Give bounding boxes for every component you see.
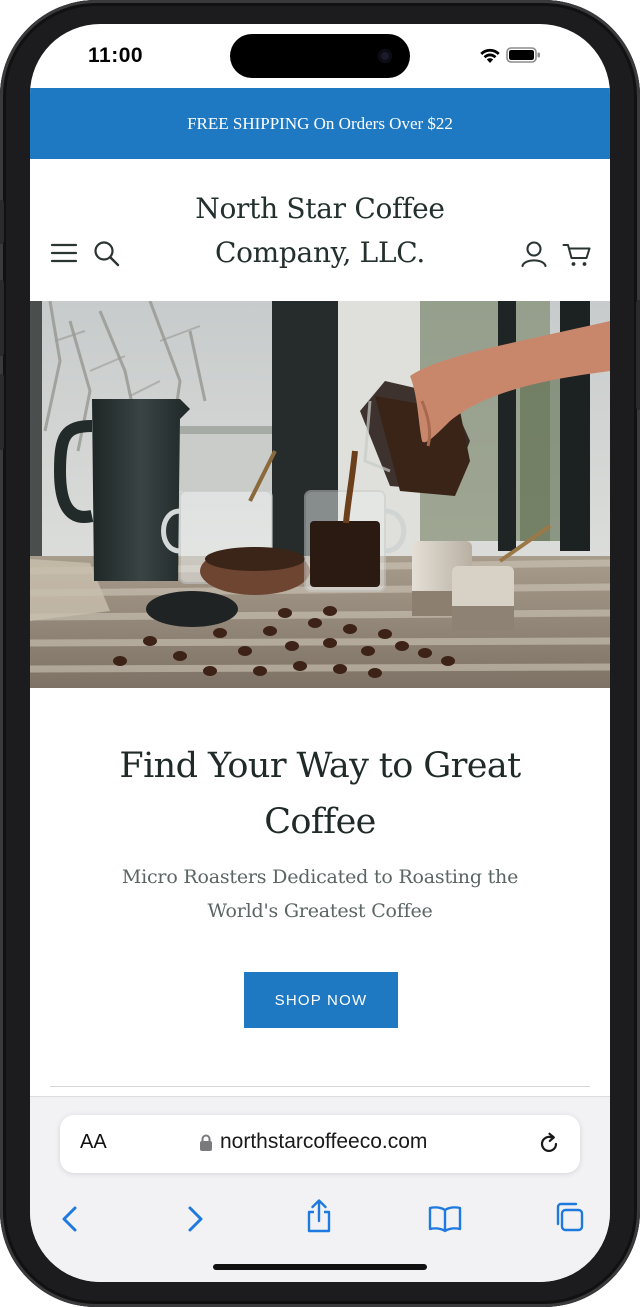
logo-line-2: Company, LLC. [215,236,425,269]
volume-up-button [0,280,4,356]
status-bar: 11:00 [30,24,610,88]
hero-headline: Find Your Way to Great Coffee [70,738,570,850]
url-text: northstarcoffeeco.com [220,1130,428,1153]
back-icon[interactable] [60,1205,80,1233]
home-indicator [213,1264,427,1270]
reload-icon[interactable] [537,1132,561,1156]
menu-icon[interactable] [50,242,78,264]
site-logo[interactable]: North Star Coffee Company, LLC. [170,187,470,275]
volume-down-button [0,374,4,450]
section-divider [50,1086,590,1087]
hero-subheading-line-2: World's Greatest Coffee [207,900,433,922]
tabs-icon[interactable] [553,1201,585,1233]
lock-icon [200,1134,212,1151]
cart-icon[interactable] [562,241,592,269]
hero-image [30,301,610,688]
dynamic-island [230,34,410,78]
search-icon[interactable] [92,239,122,269]
hero-subheading: Micro Roasters Dedicated to Roasting the… [80,860,560,928]
promo-banner[interactable]: FREE SHIPPING On Orders Over $22 [30,88,610,159]
front-camera [378,49,392,63]
hero-headline-line-2: Coffee [264,802,376,842]
bookmarks-icon[interactable] [428,1205,462,1233]
wifi-icon [480,48,500,63]
safari-toolbar: AA northstarcoffeeco.com [30,1096,610,1282]
address-bar[interactable]: AA northstarcoffeeco.com [60,1115,580,1173]
account-icon[interactable] [519,239,549,269]
site-header: North Star Coffee Company, LLC. [30,159,610,301]
promo-banner-text: FREE SHIPPING On Orders Over $22 [187,113,453,133]
phone-frame: 11:00 FREE SHIPPING On Orders Over $22 N… [0,0,640,1307]
logo-line-1: North Star Coffee [195,192,445,225]
hero-subheading-line-1: Micro Roasters Dedicated to Roasting the [121,866,519,888]
hero-content: Find Your Way to Great Coffee Micro Roas… [30,688,610,1088]
hero-headline-line-1: Find Your Way to Great [119,746,521,786]
power-button [636,300,640,410]
text-size-button[interactable]: AA [80,1131,107,1154]
status-time: 11:00 [88,44,144,67]
shop-now-button[interactable]: SHOP NOW [244,972,398,1028]
forward-icon[interactable] [185,1205,205,1233]
action-button [0,200,4,244]
battery-icon [506,47,540,63]
screen: 11:00 FREE SHIPPING On Orders Over $22 N… [30,24,610,1282]
share-icon[interactable] [304,1199,334,1233]
